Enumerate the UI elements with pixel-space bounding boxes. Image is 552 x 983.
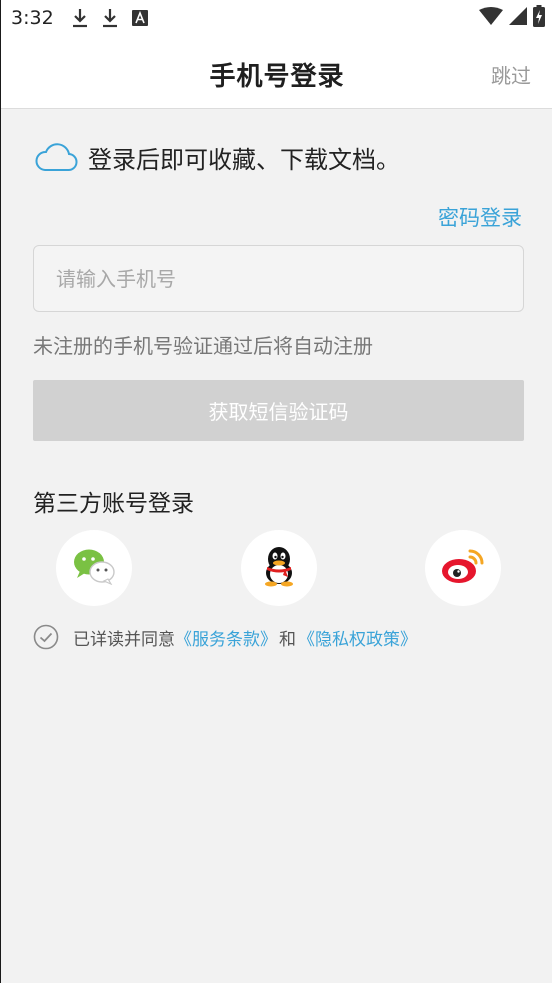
phone-input[interactable]: [33, 245, 524, 312]
terms-of-service-link[interactable]: 《服务条款》: [175, 625, 277, 650]
weibo-login-button[interactable]: [425, 530, 501, 606]
a-box-icon: [131, 10, 148, 26]
promo-text: 登录后即可收藏、下载文档。: [88, 146, 400, 174]
third-party-login-title: 第三方账号登录: [33, 491, 194, 517]
app-header: 手机号登录 跳过: [1, 36, 552, 109]
signal-icon: [509, 6, 527, 30]
get-sms-code-button[interactable]: 获取短信验证码: [33, 380, 524, 441]
cloud-icon: [34, 142, 78, 173]
wechat-icon: [72, 547, 116, 589]
qq-login-button[interactable]: [241, 530, 317, 606]
battery-icon: [533, 4, 545, 32]
login-promo: 登录后即可收藏、下载文档。: [34, 140, 400, 175]
password-login-link[interactable]: 密码登录: [438, 202, 522, 232]
agree-checkbox[interactable]: [33, 624, 59, 650]
agreement-row: 已详读并同意 《服务条款》 和 《隐私权政策》: [33, 624, 417, 650]
page-title: 手机号登录: [209, 62, 345, 92]
weibo-icon: [440, 547, 486, 589]
skip-button[interactable]: 跳过: [491, 60, 531, 89]
agreement-prefix: 已详读并同意: [73, 629, 175, 650]
download-icon: [102, 8, 118, 28]
status-bar: 3:32: [1, 0, 552, 36]
qq-icon: [261, 545, 297, 591]
status-time: 3:32: [11, 7, 54, 29]
download-icon: [72, 8, 88, 28]
wifi-icon: [479, 6, 503, 30]
agreement-and: 和: [279, 629, 296, 650]
register-hint: 未注册的手机号验证通过后将自动注册: [33, 334, 373, 358]
wechat-login-button[interactable]: [56, 530, 132, 606]
privacy-policy-link[interactable]: 《隐私权政策》: [298, 625, 417, 650]
